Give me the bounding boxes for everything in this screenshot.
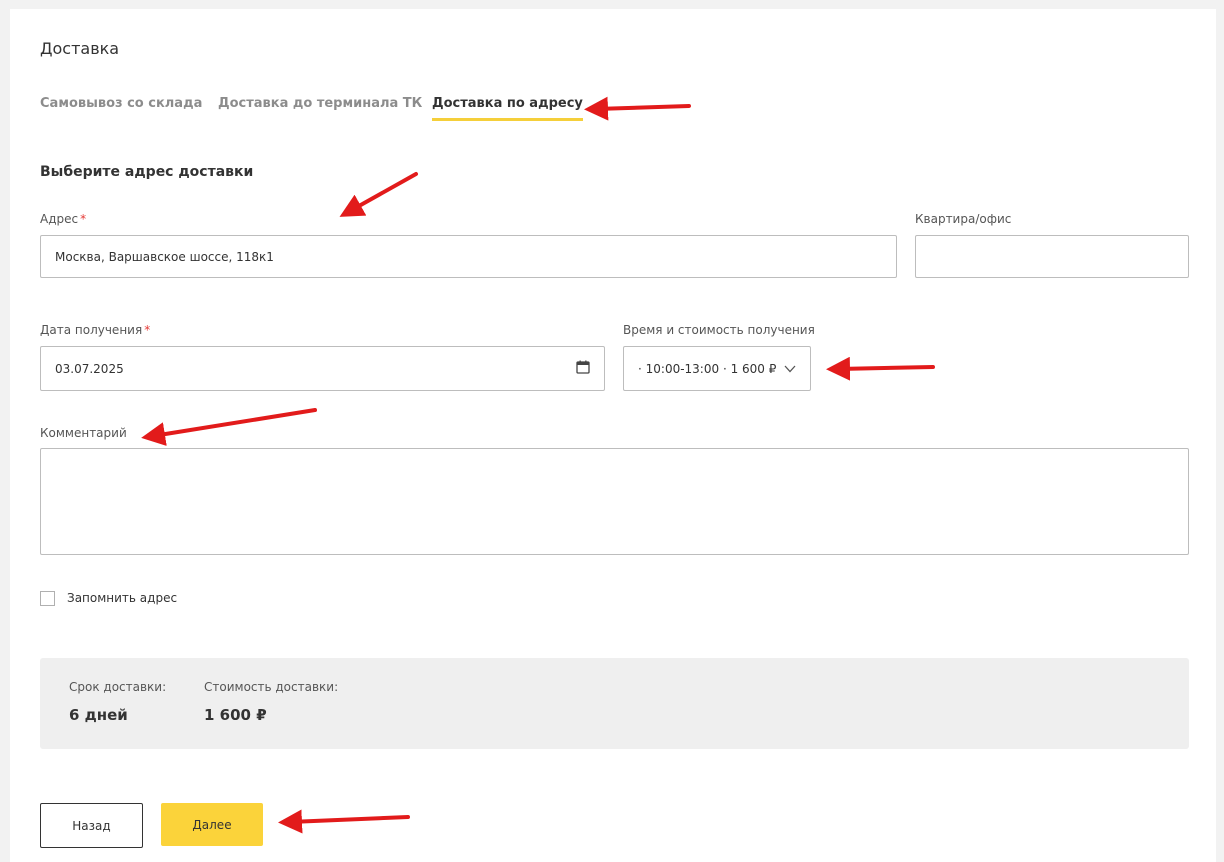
address-label: Адрес *	[40, 212, 86, 226]
page-title: Доставка	[40, 39, 120, 58]
time-cost-select[interactable]: · 10:00-13:00 · 1 600 ₽	[623, 346, 811, 391]
delivery-cost-label: Стоимость доставки:	[204, 680, 339, 694]
date-value: 03.07.2025	[55, 361, 124, 376]
back-button[interactable]: Назад	[40, 803, 143, 848]
date-field[interactable]: 03.07.2025	[40, 346, 605, 391]
delivery-term-label: Срок доставки:	[69, 680, 167, 694]
required-mark: *	[80, 212, 87, 226]
time-cost-label: Время и стоимость получения	[623, 323, 815, 337]
tab-pickup[interactable]: Самовывоз со склада	[40, 96, 202, 111]
chevron-down-icon	[784, 362, 796, 376]
calendar-icon[interactable]	[576, 360, 590, 377]
time-cost-value: · 10:00-13:00 · 1 600 ₽	[638, 361, 777, 376]
comment-label: Комментарий	[40, 426, 127, 440]
address-input[interactable]	[40, 235, 897, 278]
tab-terminal-delivery[interactable]: Доставка до терминала ТК	[218, 96, 422, 111]
next-button[interactable]: Далее	[161, 803, 263, 846]
section-title: Выберите адрес доставки	[40, 164, 254, 180]
address-label-text: Адрес	[40, 212, 79, 226]
date-label-text: Дата получения	[40, 323, 143, 337]
required-mark: *	[144, 323, 151, 337]
comment-textarea[interactable]	[40, 448, 1189, 555]
tab-address-delivery[interactable]: Доставка по адресу	[432, 96, 583, 121]
apartment-label: Квартира/офис	[915, 212, 1012, 226]
date-label: Дата получения *	[40, 323, 150, 337]
delivery-cost-value: 1 600 ₽	[204, 706, 267, 724]
remember-address-label[interactable]: Запомнить адрес	[67, 591, 177, 605]
delivery-term-value: 6 дней	[69, 706, 128, 724]
apartment-input[interactable]	[915, 235, 1189, 278]
remember-address-checkbox[interactable]	[40, 591, 55, 606]
delivery-summary: Срок доставки: 6 дней Стоимость доставки…	[40, 658, 1189, 749]
delivery-card: Доставка Самовывоз со склада Доставка до…	[10, 9, 1216, 862]
